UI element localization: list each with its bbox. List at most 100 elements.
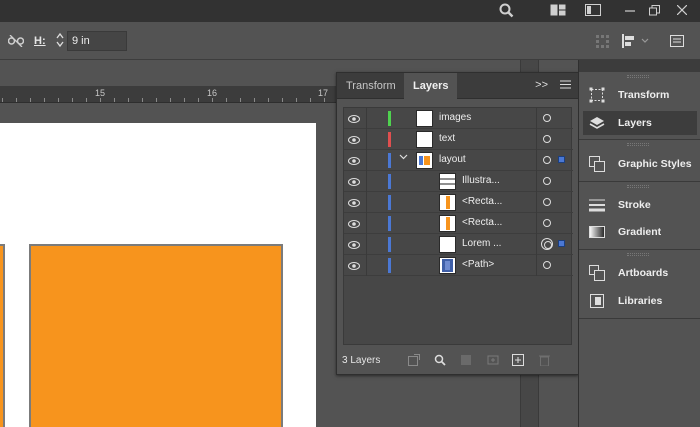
close-icon[interactable] xyxy=(674,0,690,20)
layer-thumbnail xyxy=(439,236,456,253)
unlink-icon[interactable] xyxy=(6,32,26,50)
locate-object-icon[interactable] xyxy=(407,354,421,368)
orange-rectangle[interactable] xyxy=(29,244,283,427)
search-icon[interactable] xyxy=(497,0,515,20)
trash-icon[interactable] xyxy=(537,354,551,368)
layer-thumbnail xyxy=(416,110,433,127)
create-layer-icon[interactable] xyxy=(511,354,525,368)
layer-row-layout[interactable]: layout xyxy=(344,150,573,171)
layer-name[interactable]: text xyxy=(439,133,455,144)
layer-name[interactable]: Lorem ... xyxy=(462,238,501,249)
layer-row-text[interactable]: text xyxy=(344,129,573,150)
horizontal-ruler: 15 16 17 xyxy=(0,86,336,103)
layer-name[interactable]: layout xyxy=(439,154,466,165)
orange-rectangle-left[interactable] xyxy=(0,244,5,427)
ruler-tick xyxy=(58,98,59,102)
layer-row-images[interactable]: images xyxy=(344,108,573,129)
ruler-tick xyxy=(268,98,269,102)
layer-thumbnail xyxy=(439,194,456,211)
layer-color-bar xyxy=(388,237,391,252)
layer-color-bar xyxy=(388,111,391,126)
align-grid-icon[interactable] xyxy=(594,33,610,49)
layer-row-path[interactable]: <Path> xyxy=(344,255,573,276)
dock-item-libraries[interactable]: Libraries xyxy=(583,289,697,313)
layer-row-rectangle[interactable]: <Recta... xyxy=(344,192,573,213)
eye-icon[interactable] xyxy=(348,261,360,270)
align-icon[interactable] xyxy=(620,32,638,50)
layer-color-bar xyxy=(388,132,391,147)
create-sublayer-icon[interactable] xyxy=(485,354,499,368)
arrange-documents-icon[interactable] xyxy=(548,0,568,20)
canvas[interactable] xyxy=(0,104,336,427)
minimize-icon[interactable] xyxy=(622,0,638,20)
chevron-down-icon[interactable] xyxy=(399,152,408,163)
eye-icon[interactable] xyxy=(348,198,360,207)
ruler-tick xyxy=(184,98,185,102)
transform-icon xyxy=(589,87,605,103)
eye-icon[interactable] xyxy=(348,156,360,165)
tab-layers[interactable]: Layers xyxy=(404,73,458,100)
dock-item-artboards[interactable]: Artboards xyxy=(583,261,697,285)
stroke-icon xyxy=(589,197,605,213)
target-icon[interactable] xyxy=(543,198,551,206)
ruler-tick xyxy=(198,98,199,102)
dock-label: Gradient xyxy=(618,226,662,238)
target-icon[interactable] xyxy=(543,114,551,122)
target-icon[interactable] xyxy=(543,135,551,143)
layer-color-bar xyxy=(388,258,391,273)
layer-name[interactable]: <Recta... xyxy=(462,196,502,207)
tab-transform[interactable]: Transform xyxy=(337,73,405,99)
layer-name[interactable]: <Path> xyxy=(462,259,494,270)
panel-menu-icon[interactable] xyxy=(560,78,572,92)
selection-indicator[interactable] xyxy=(558,156,565,163)
layer-name[interactable]: images xyxy=(439,112,471,123)
target-icon[interactable] xyxy=(543,156,551,164)
dock-item-transform[interactable]: Transform xyxy=(583,83,697,107)
height-stepper[interactable] xyxy=(53,31,67,51)
eye-icon[interactable] xyxy=(348,114,360,123)
panel-dock: Transform Layers Graphic Styles Stroke G… xyxy=(578,60,700,427)
ruler-label: 16 xyxy=(207,88,218,98)
layer-row-rectangle[interactable]: <Recta... xyxy=(344,213,573,234)
target-selected-icon[interactable] xyxy=(541,238,553,250)
more-panels-button[interactable]: >> xyxy=(535,79,548,91)
eye-icon[interactable] xyxy=(348,135,360,144)
ruler-tick xyxy=(282,98,283,102)
restore-icon[interactable] xyxy=(646,0,662,20)
dock-label: Artboards xyxy=(618,267,669,279)
layer-name[interactable]: Illustra... xyxy=(462,175,500,186)
panel-options-icon[interactable] xyxy=(668,32,686,50)
ruler-tick xyxy=(16,98,17,102)
eye-icon[interactable] xyxy=(348,240,360,249)
ruler-tick xyxy=(296,98,297,102)
layer-thumbnail xyxy=(439,257,456,274)
layer-color-bar xyxy=(388,153,391,168)
ruler-tick xyxy=(254,98,255,102)
libraries-icon xyxy=(589,293,605,309)
document-tab-strip xyxy=(0,60,578,72)
layer-thumbnail xyxy=(439,173,456,190)
target-icon[interactable] xyxy=(543,177,551,185)
artboard[interactable] xyxy=(0,123,316,427)
dock-item-stroke[interactable]: Stroke xyxy=(583,193,697,217)
height-input[interactable] xyxy=(67,31,127,51)
dock-item-layers[interactable]: Layers xyxy=(583,111,697,135)
layer-row-illustration[interactable]: Illustra... xyxy=(344,171,573,192)
workspace-icon[interactable] xyxy=(583,0,603,20)
layer-name[interactable]: <Recta... xyxy=(462,217,502,228)
chevron-down-icon[interactable] xyxy=(640,34,650,48)
eye-icon[interactable] xyxy=(348,219,360,228)
ruler-tick xyxy=(2,98,3,102)
layers-panel: Transform Layers >> images text layout I… xyxy=(336,72,579,375)
ruler-tick xyxy=(72,98,73,102)
gradient-icon xyxy=(589,224,605,240)
target-icon[interactable] xyxy=(543,219,551,227)
layer-row-lorem[interactable]: Lorem ... xyxy=(344,234,573,255)
eye-icon[interactable] xyxy=(348,177,360,186)
target-icon[interactable] xyxy=(543,261,551,269)
dock-item-gradient[interactable]: Gradient xyxy=(583,220,697,244)
selection-indicator[interactable] xyxy=(558,240,565,247)
make-clipping-mask-icon[interactable] xyxy=(459,354,473,368)
dock-item-graphic-styles[interactable]: Graphic Styles xyxy=(583,152,697,176)
search-icon[interactable] xyxy=(433,354,447,368)
